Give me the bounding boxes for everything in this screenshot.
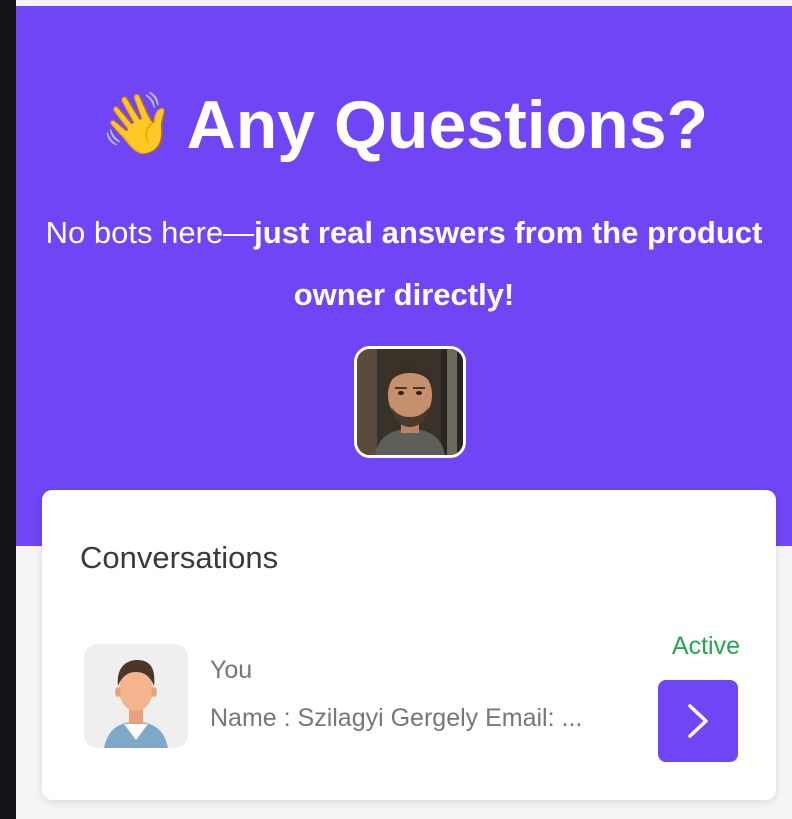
default-user-avatar-icon xyxy=(84,644,188,748)
conversations-heading: Conversations xyxy=(80,540,279,575)
subtitle: No bots here—just real answers from the … xyxy=(36,202,772,326)
owner-avatar xyxy=(354,346,466,458)
hero-banner: 👋 Any Questions? No bots here—just real a… xyxy=(16,6,792,546)
user-avatar xyxy=(84,644,188,748)
subtitle-plain: No bots here— xyxy=(45,215,255,250)
conversation-status-badge: Active xyxy=(671,632,740,660)
page-title: 👋 Any Questions? xyxy=(16,84,792,165)
chevron-right-icon xyxy=(688,704,708,738)
conversation-preview: Name : Szilagyi Gergely Email: ... xyxy=(210,704,583,732)
conversations-card: Conversations You Name : Szilagyi Gergel… xyxy=(42,490,776,800)
waving-hand-icon: 👋 xyxy=(99,90,175,157)
conversation-item[interactable]: You Name : Szilagyi Gergely Email: ... A… xyxy=(42,620,776,770)
support-widget: 👋 Any Questions? No bots here—just real a… xyxy=(16,0,792,819)
owner-photo-icon xyxy=(357,349,463,455)
subtitle-bold: just real answers from the product owner… xyxy=(254,215,763,312)
title-text: Any Questions? xyxy=(186,87,709,163)
conversation-sender: You xyxy=(210,656,253,684)
open-conversation-button[interactable] xyxy=(658,680,738,762)
